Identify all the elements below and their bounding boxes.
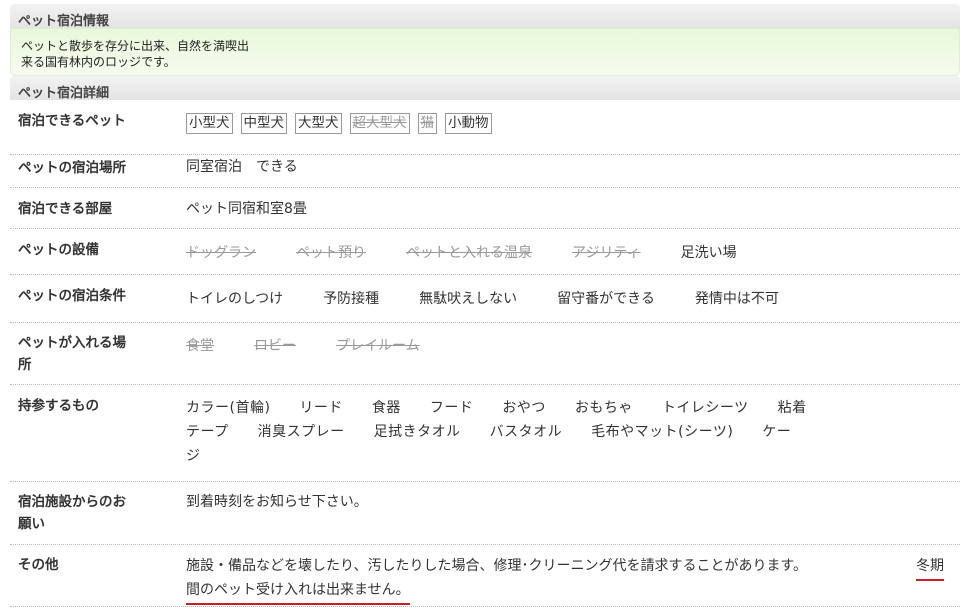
- intro-line-2: 来る国有林内のロッジです。: [21, 55, 176, 69]
- pet-tag: 小型犬: [186, 113, 233, 134]
- row-pet-stay-place: ペットの宿泊場所 同室宿泊 できる: [10, 155, 960, 188]
- row-label: ペットの宿泊条件: [18, 288, 126, 304]
- pet-tag: 小動物: [445, 113, 492, 134]
- row-other: その他 施設・備品などを壊したり、汚したりした場合、修理･クリーニング代を請求す…: [10, 545, 960, 607]
- row-label: ペットが入れる場 所: [18, 332, 158, 376]
- facility-item: ペット預り: [296, 245, 366, 261]
- row-label: ペットの設備: [18, 242, 99, 258]
- label-line: ペットが入れる場: [18, 335, 126, 351]
- facility-item: 足洗い場: [680, 245, 737, 261]
- pet-tag: 中型犬: [240, 113, 287, 134]
- row-facility-request: 宿泊施設からのお 願い 到着時刻をお知らせ下さい。: [10, 482, 960, 545]
- row-rooms: 宿泊できる部屋 ペット同宿和室8畳: [10, 188, 960, 229]
- access-item: 食堂: [186, 338, 214, 354]
- facility-item: ドッグラン: [186, 245, 256, 261]
- row-value: 到着時刻をお知らせ下さい。: [186, 494, 368, 510]
- winter-note-underlined: 間のペット受け入れは出来ません。: [186, 578, 410, 605]
- row-stay-conditions: ペットの宿泊条件 トイレのしつけ 予防接種 無駄吠えしない 留守番ができる 発情中は不可: [10, 275, 960, 323]
- bring-line: カラー(首輪) リード 食器 フード おやつ おもちゃ トイレシーツ 粘着: [186, 400, 807, 416]
- row-allowed-pets: 宿泊できるペット 小型犬 中型犬 大型犬 超大型犬猫小動物: [10, 110, 960, 155]
- bring-list: カラー(首輪) リード 食器 フード おやつ おもちゃ トイレシーツ 粘着 テー…: [186, 396, 946, 468]
- pet-info-header: ペット宿泊情報: [10, 4, 960, 29]
- row-label: 宿泊施設からのお 願い: [18, 491, 158, 535]
- pet-tag: 大型犬: [295, 113, 342, 134]
- facility-item: アジリティ: [572, 245, 641, 261]
- condition-item: 発情中は不可: [694, 291, 779, 307]
- row-items-to-bring: 持参するもの カラー(首輪) リード 食器 フード おやつ おもちゃ トイレシー…: [10, 385, 960, 482]
- condition-list: トイレのしつけ 予防接種 無駄吠えしない 留守番ができる 発情中は不可: [186, 287, 946, 311]
- row-value: ペット同宿和室8畳: [186, 201, 307, 217]
- label-line: 所: [18, 357, 32, 373]
- access-area-list: 食堂 ロビー プレイルーム: [186, 334, 946, 358]
- intro-line-1: ペットと散歩を存分に出来、自然を満喫出: [21, 39, 250, 53]
- other-text: 施設・備品などを壊したり、汚したりした場合、修理･クリーニング代を請求することが…: [186, 558, 808, 574]
- row-pet-access-areas: ペットが入れる場 所 食堂 ロビー プレイルーム: [10, 323, 960, 385]
- condition-item: 予防接種: [323, 291, 380, 307]
- label-line: 宿泊施設からのお: [18, 494, 126, 510]
- bring-line: ジ: [186, 448, 201, 464]
- row-value: 同室宿泊 できる: [186, 159, 298, 175]
- winter-note-underlined: 冬期: [916, 554, 944, 581]
- facility-item: ペットと入れる温泉: [406, 245, 532, 261]
- condition-item: トイレのしつけ: [186, 291, 284, 307]
- row-label: ペットの宿泊場所: [18, 160, 126, 176]
- access-item: プレイルーム: [336, 338, 420, 354]
- pet-tag: 猫: [417, 113, 437, 134]
- pet-info-intro: ペットと散歩を存分に出来、自然を満喫出 来る国有林内のロッジです。: [10, 28, 960, 76]
- pet-detail-header: ペット宿泊詳細: [10, 76, 960, 101]
- row-label: その他: [18, 557, 59, 573]
- other-notes: 施設・備品などを壊したり、汚したりした場合、修理･クリーニング代を請求することが…: [186, 554, 946, 605]
- label-line: 願い: [18, 516, 45, 532]
- access-item: ロビー: [254, 338, 296, 354]
- condition-item: 無駄吠えしない: [419, 291, 518, 307]
- condition-item: 留守番ができる: [557, 291, 655, 307]
- row-label: 宿泊できるペット: [18, 113, 126, 129]
- pet-tag: 超大型犬: [349, 113, 410, 134]
- pet-type-tags: 小型犬 中型犬 大型犬 超大型犬猫小動物: [186, 111, 946, 135]
- row-label: 宿泊できる部屋: [18, 201, 113, 217]
- row-label: 持参するもの: [18, 398, 99, 414]
- facility-list: ドッグラン ペット預り ペットと入れる温泉 アジリティ 足洗い場: [186, 241, 946, 265]
- row-facilities: ペットの設備 ドッグラン ペット預り ペットと入れる温泉 アジリティ 足洗い場: [10, 229, 960, 275]
- bring-line: テープ 消臭スプレー 足拭きタオル バスタオル 毛布やマット(シーツ) ケー: [186, 424, 792, 440]
